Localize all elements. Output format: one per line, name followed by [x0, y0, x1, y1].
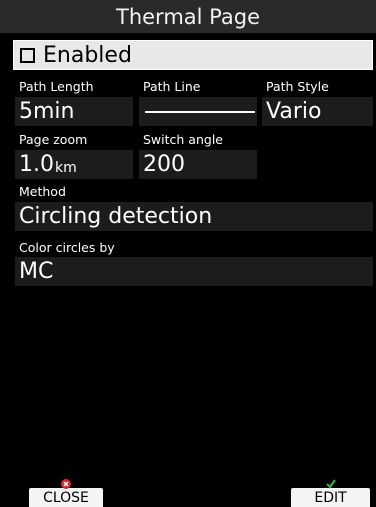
page-title: Thermal Page	[0, 0, 376, 33]
checkbox-icon	[20, 47, 35, 63]
path-style-value: Vario	[266, 99, 322, 124]
edit-button[interactable]: EDIT	[291, 479, 370, 507]
switch-angle-field[interactable]: 200	[139, 150, 257, 179]
page-zoom-unit: km	[55, 159, 77, 176]
path-length-label: Path Length	[19, 79, 94, 94]
path-style-label: Path Style	[266, 79, 329, 94]
method-value: Circling detection	[19, 204, 213, 229]
close-x-icon	[61, 479, 71, 489]
path-line-preview	[145, 110, 255, 113]
color-circles-label: Color circles by	[19, 240, 115, 255]
method-field[interactable]: Circling detection	[15, 202, 373, 231]
color-circles-field[interactable]: MC	[15, 257, 373, 286]
path-length-field[interactable]: 5min	[15, 97, 133, 126]
close-label: CLOSE	[43, 489, 89, 506]
enabled-checkbox[interactable]: Enabled	[13, 40, 373, 70]
path-length-value: 5min	[19, 99, 75, 124]
switch-angle-value: 200	[143, 152, 185, 177]
path-line-label: Path Line	[143, 79, 201, 94]
path-style-field[interactable]: Vario	[262, 97, 373, 126]
switch-angle-label: Switch angle	[143, 132, 223, 147]
path-line-field[interactable]	[139, 97, 257, 126]
close-button[interactable]: CLOSE	[29, 479, 103, 507]
enabled-label: Enabled	[43, 42, 132, 68]
edit-label: EDIT	[314, 489, 347, 506]
color-circles-value: MC	[19, 259, 54, 284]
method-label: Method	[19, 184, 66, 199]
check-icon	[325, 479, 336, 489]
page-zoom-label: Page zoom	[19, 132, 88, 147]
page-zoom-field[interactable]: 1.0 km	[15, 150, 133, 179]
page-zoom-value: 1.0	[19, 152, 54, 177]
